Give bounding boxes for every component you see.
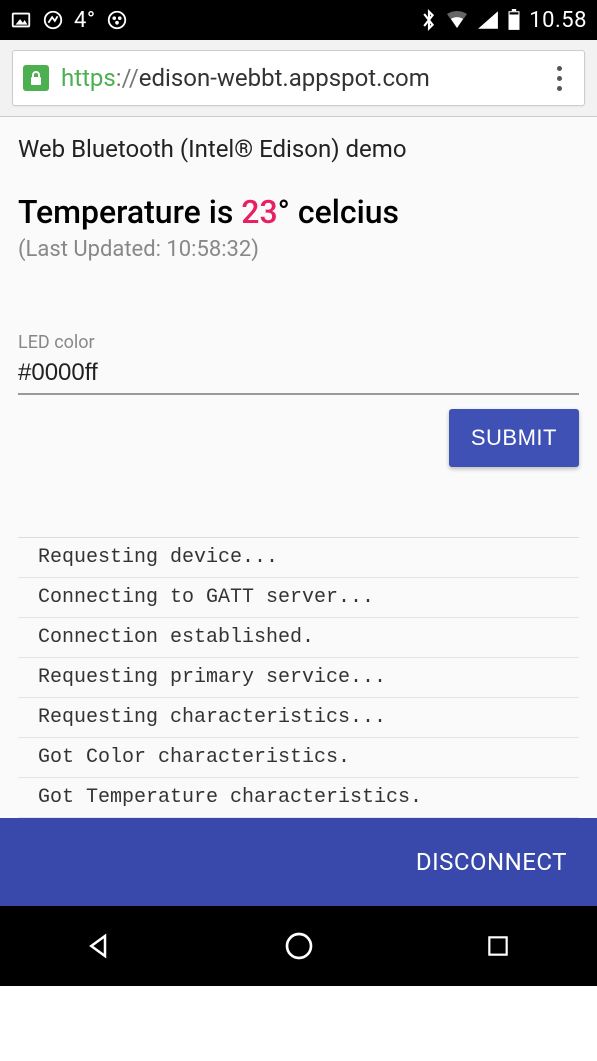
temp-suffix: ° celcius [278,193,399,231]
recent-apps-button[interactable] [478,926,518,966]
wifi-icon [445,10,469,30]
temperature-heading: Temperature is 23° celcius [18,193,579,231]
status-temp: 4° [74,8,96,33]
log-line: Requesting primary service... [18,658,579,698]
bluetooth-icon [421,8,437,32]
android-status-bar: 4° 10.58 [0,0,597,40]
peak-icon [42,9,64,31]
battery-icon [507,9,521,31]
picture-icon [10,9,32,31]
android-nav-bar [0,906,597,986]
disconnect-button[interactable]: DISCONNECT [416,848,567,876]
submit-button[interactable]: SUBMIT [449,409,579,467]
lock-icon [23,65,49,91]
page-content: Web Bluetooth (Intel® Edison) demo Tempe… [0,117,597,818]
face-icon [106,9,128,31]
log-line: Requesting characteristics... [18,698,579,738]
status-clock: 10.58 [529,8,587,33]
log-line: Connection established. [18,618,579,658]
cell-signal-icon [477,10,499,30]
log-line: Requesting device... [18,538,579,578]
url-separator: :// [116,64,139,92]
page-title: Web Bluetooth (Intel® Edison) demo [18,135,579,163]
led-color-input[interactable] [18,353,579,395]
browser-toolbar: https://edison-webbt.appspot.com [0,40,597,117]
back-button[interactable] [80,926,120,966]
log-line: Got Temperature characteristics. [18,778,579,818]
url-box[interactable]: https://edison-webbt.appspot.com [12,50,585,106]
kebab-menu-icon[interactable] [544,61,574,96]
led-color-label: LED color [18,332,579,353]
log-list: Requesting device... Connecting to GATT … [18,537,579,818]
led-color-field: LED color [18,332,579,395]
temp-prefix: Temperature is [18,193,241,231]
log-line: Connecting to GATT server... [18,578,579,618]
home-button[interactable] [279,926,319,966]
url-text: https://edison-webbt.appspot.com [61,64,544,92]
log-line: Got Color characteristics. [18,738,579,778]
temp-value: 23 [241,193,277,231]
url-scheme: https [61,64,116,92]
url-host: edison-webbt.appspot.com [139,64,430,92]
last-updated: (Last Updated: 10:58:32) [18,237,579,262]
bottom-action-bar: DISCONNECT [0,818,597,906]
